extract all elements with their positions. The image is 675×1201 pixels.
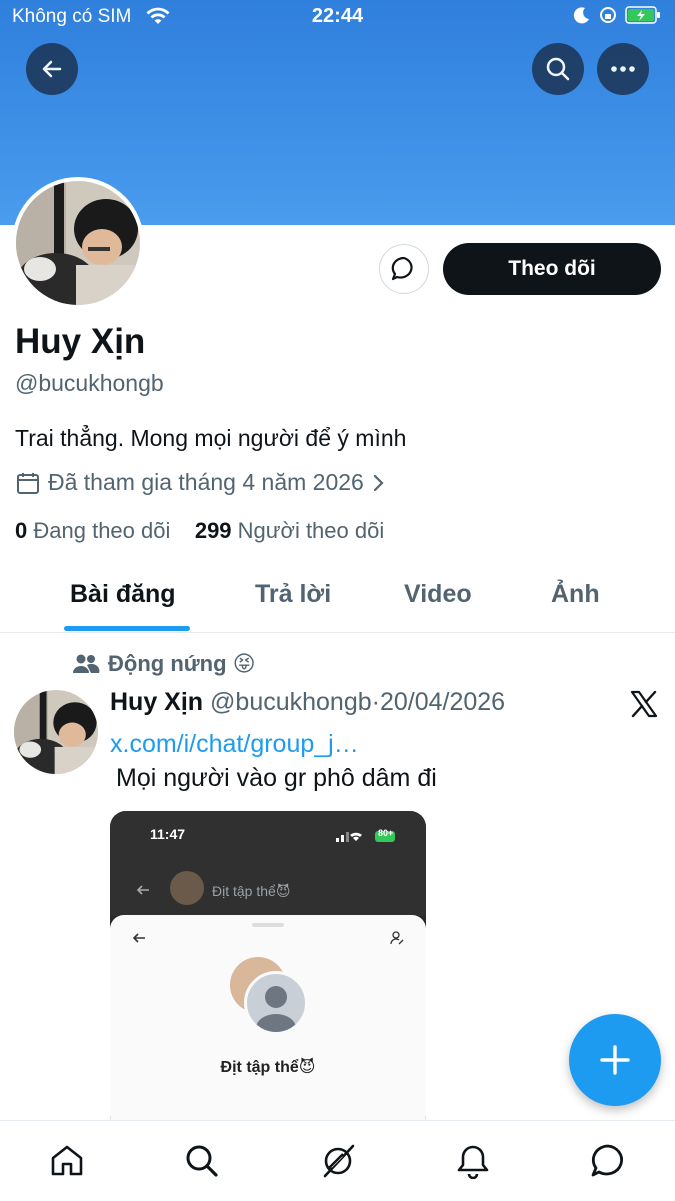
- image-edit-icon: [390, 931, 404, 945]
- image-group-avatar-2: [244, 971, 308, 1035]
- image-group-name: Địt tập thể😈: [220, 1059, 316, 1076]
- meta-separator: ·: [371, 688, 380, 716]
- nav-grok[interactable]: [316, 1139, 360, 1183]
- followers-label: Người theo dõi: [237, 518, 385, 543]
- nav-notifications[interactable]: [451, 1139, 495, 1183]
- image-group-avatar-small: [170, 871, 204, 905]
- post-author-name[interactable]: Huy Xịn: [110, 688, 203, 716]
- calendar-icon: [17, 472, 39, 494]
- bell-icon: [457, 1145, 489, 1179]
- post-header: Huy Xịn @bucukhongb·20/04/2026: [110, 688, 505, 717]
- back-button[interactable]: [26, 43, 78, 95]
- grok-icon: [323, 1144, 355, 1178]
- chevron-right-icon: [373, 474, 384, 491]
- avatar-photo: [16, 181, 140, 305]
- nav-home[interactable]: [45, 1139, 89, 1183]
- nav-messages[interactable]: [586, 1139, 630, 1183]
- compose-button[interactable]: [569, 1014, 661, 1106]
- tab-photos[interactable]: Ảnh: [551, 580, 600, 609]
- post-date[interactable]: 20/04/2026: [380, 688, 505, 716]
- image-back-arrow-icon: [136, 885, 149, 895]
- image-sheet-back-icon: [132, 933, 145, 943]
- more-button[interactable]: [597, 43, 649, 95]
- chat-bubble-icon: [591, 1144, 624, 1177]
- battery-icon: [625, 6, 660, 24]
- tab-video[interactable]: Video: [404, 580, 472, 609]
- joined-date[interactable]: Đã tham gia tháng 4 năm 2026: [16, 469, 386, 496]
- image-clock: 11:47: [150, 826, 186, 842]
- profile-avatar[interactable]: [12, 177, 144, 309]
- x-logo-icon[interactable]: [629, 690, 659, 718]
- profile-name: Huy Xịn: [15, 322, 146, 361]
- tab-replies[interactable]: Trả lời: [255, 580, 331, 609]
- chat-bubble-icon: [391, 256, 413, 281]
- image-group-name-header: Địt tập thể😈: [212, 883, 291, 899]
- tab-posts[interactable]: Bài đăng: [70, 580, 176, 609]
- plus-icon: [600, 1045, 630, 1075]
- search-icon: [186, 1145, 218, 1177]
- post-link[interactable]: x.com/i/chat/group_j…: [110, 730, 359, 759]
- post-author-handle[interactable]: @bucukhongb: [210, 688, 372, 716]
- bottom-nav: [0, 1120, 675, 1201]
- profile-bio: Trai thẳng. Mong mọi người để ý mình: [15, 425, 407, 451]
- post-avatar[interactable]: [14, 690, 98, 774]
- image-battery-label: 80+: [378, 828, 394, 838]
- following-label: Đang theo dõi: [33, 518, 171, 543]
- post-text: Mọi người vào gr phô dâm đi: [116, 764, 437, 792]
- image-sheet: Địt tập thể😈: [110, 915, 426, 1131]
- followers-count: 299: [194, 518, 232, 543]
- post-avatar-photo: [14, 690, 98, 774]
- status-bar: Không có SIM 22:44: [0, 0, 675, 36]
- profile-handle: @bucukhongb: [15, 370, 164, 396]
- more-dots-icon: [611, 66, 635, 72]
- active-tab-indicator: [64, 626, 190, 631]
- home-icon: [51, 1145, 83, 1176]
- arrow-left-icon: [42, 60, 62, 78]
- community-name: Động nứng 😝: [108, 651, 256, 676]
- rotation-lock-icon: [600, 7, 616, 23]
- search-button[interactable]: [532, 43, 584, 95]
- community-label[interactable]: Động nứng 😝: [72, 651, 256, 677]
- community-icon: [73, 654, 100, 673]
- following-link[interactable]: 0 Đang theo dõi: [15, 518, 170, 543]
- moon-icon: [573, 7, 589, 24]
- followers-link[interactable]: 299 Người theo dõi: [195, 518, 384, 543]
- following-count: 0: [15, 518, 28, 543]
- follow-button[interactable]: Theo dõi: [443, 243, 661, 295]
- search-icon: [546, 57, 570, 81]
- joined-label: Đã tham gia tháng 4 năm 2026: [48, 469, 364, 495]
- post-image[interactable]: 11:47 80+ Địt tập thể😈 Địt tập thể😈: [110, 811, 426, 1131]
- message-button[interactable]: [379, 244, 429, 294]
- profile-tabs: Bài đăng Trả lời Video Ảnh: [0, 572, 675, 633]
- follow-stats: 0 Đang theo dõi 299 Người theo dõi: [15, 518, 384, 544]
- nav-search[interactable]: [180, 1139, 224, 1183]
